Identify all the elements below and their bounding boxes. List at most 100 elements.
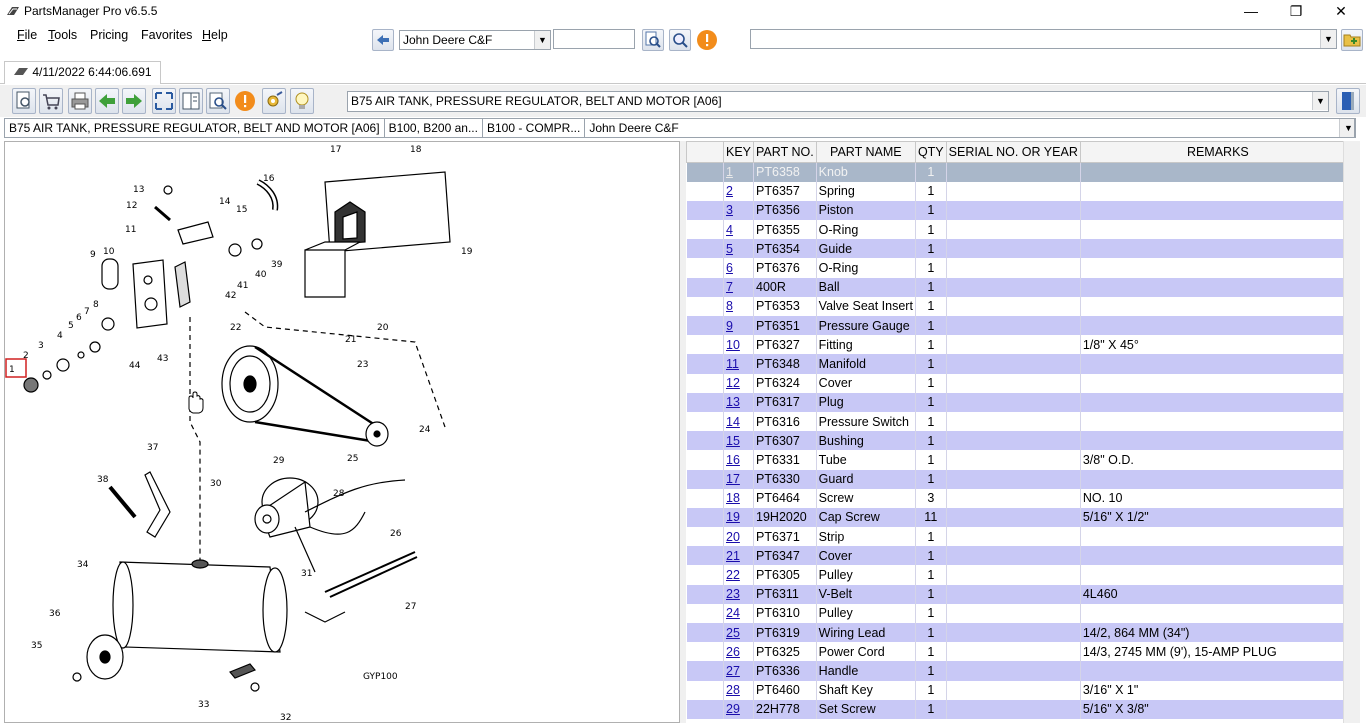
table-row[interactable]: 26 PT6325 Power Cord 1 14/3, 2745 MM (9'), 1… xyxy=(686,642,1356,662)
next-button[interactable] xyxy=(122,88,146,114)
table-row[interactable]: 5 PT6354 Guide 1 xyxy=(686,239,1356,259)
chevron-down-icon[interactable]: ▼ xyxy=(1339,119,1355,137)
table-row[interactable]: 7 400R Ball 1 xyxy=(686,277,1356,297)
zoom-button[interactable] xyxy=(206,88,230,114)
breadcrumb-item-section[interactable]: B75 AIR TANK, PRESSURE REGULATOR, BELT A… xyxy=(5,119,385,137)
breadcrumb-item-model[interactable]: B100, B200 an... xyxy=(385,119,483,137)
print-preview-button[interactable] xyxy=(12,88,36,114)
print-button[interactable] xyxy=(68,88,92,114)
table-row[interactable]: 9 PT6351 Pressure Gauge 1 xyxy=(686,316,1356,336)
key-link[interactable]: 16 xyxy=(726,453,740,467)
menu-help[interactable]: Help xyxy=(202,28,228,42)
key-link[interactable]: 15 xyxy=(726,434,740,448)
chevron-down-icon[interactable]: ▼ xyxy=(1320,30,1336,48)
table-row[interactable]: 24 PT6310 Pulley 1 xyxy=(686,603,1356,623)
alert-button[interactable] xyxy=(696,29,718,51)
table-row[interactable]: 4 PT6355 O-Ring 1 xyxy=(686,220,1356,240)
table-row[interactable]: 19 19H2020 Cap Screw 11 5/16" X 1/2" xyxy=(686,507,1356,528)
table-row[interactable]: 20 PT6371 Strip 1 xyxy=(686,527,1356,547)
key-link[interactable]: 17 xyxy=(726,472,740,486)
table-row[interactable]: 27 PT6336 Handle 1 xyxy=(686,661,1356,681)
col-part-name[interactable]: PART NAME xyxy=(815,141,916,163)
fit-window-button[interactable] xyxy=(152,88,176,114)
key-link[interactable]: 7 xyxy=(726,280,733,294)
key-link[interactable]: 26 xyxy=(726,645,740,659)
key-link[interactable]: 12 xyxy=(726,376,740,390)
table-row[interactable]: 2 PT6357 Spring 1 xyxy=(686,181,1356,201)
table-row[interactable]: 28 PT6460 Shaft Key 1 3/16" X 1" xyxy=(686,680,1356,700)
key-link[interactable]: 5 xyxy=(726,242,733,256)
key-link[interactable]: 11 xyxy=(726,357,739,371)
maximize-button[interactable]: ❐ xyxy=(1273,0,1319,24)
key-link[interactable]: 19 xyxy=(726,510,740,524)
key-link[interactable]: 6 xyxy=(726,261,733,275)
search-input[interactable] xyxy=(553,29,635,49)
key-link[interactable]: 23 xyxy=(726,587,740,601)
key-link[interactable]: 13 xyxy=(726,395,740,409)
back-to-catalog-button[interactable] xyxy=(372,29,394,51)
key-link[interactable]: 29 xyxy=(726,702,740,716)
key-link[interactable]: 27 xyxy=(726,664,740,678)
table-row[interactable]: 23 PT6311 V-Belt 1 4L460 xyxy=(686,584,1356,604)
breadcrumb-item-catalog[interactable]: John Deere C&F xyxy=(585,119,682,137)
key-link[interactable]: 3 xyxy=(726,203,733,217)
table-row[interactable]: 18 PT6464 Screw 3 NO. 10 xyxy=(686,488,1356,508)
menu-file[interactable]: File xyxy=(17,28,37,42)
settings-button[interactable] xyxy=(262,88,286,114)
info-alert-button[interactable] xyxy=(234,90,256,115)
key-link[interactable]: 4 xyxy=(726,223,733,237)
catalog-select[interactable]: John Deere C&F ▼ xyxy=(399,30,551,50)
key-link[interactable]: 25 xyxy=(726,626,740,640)
global-search-combo[interactable]: ▼ xyxy=(750,29,1337,49)
minimize-button[interactable]: — xyxy=(1228,0,1274,24)
tips-button[interactable] xyxy=(290,88,314,114)
col-qty[interactable]: QTY xyxy=(914,141,947,163)
tab-session[interactable]: 4/11/2022 6:44:06.691 xyxy=(4,61,161,84)
chevron-down-icon[interactable]: ▼ xyxy=(534,31,550,49)
table-row[interactable]: 13 PT6317 Plug 1 xyxy=(686,392,1356,412)
close-button[interactable]: ✕ xyxy=(1318,0,1364,24)
exploded-view-drawing[interactable]: 1 2 3 4 5 6 7 8 9 10 11 12 13 14 15 16 1… xyxy=(5,142,680,723)
key-link[interactable]: 21 xyxy=(726,549,740,563)
parts-diagram[interactable]: 1 2 3 4 5 6 7 8 9 10 11 12 13 14 15 16 1… xyxy=(4,141,680,723)
open-folder-button[interactable] xyxy=(1341,29,1363,51)
key-link[interactable]: 18 xyxy=(726,491,740,505)
col-part-no[interactable]: PART NO. xyxy=(753,141,817,163)
chevron-down-icon[interactable]: ▼ xyxy=(1312,92,1328,110)
book-button[interactable] xyxy=(1336,88,1360,114)
key-link[interactable]: 9 xyxy=(726,319,733,333)
table-row[interactable]: 14 PT6316 Pressure Switch 1 xyxy=(686,411,1356,432)
table-row[interactable]: 10 PT6327 Fitting 1 1/8" X 45° xyxy=(686,335,1356,355)
key-link[interactable]: 8 xyxy=(726,299,733,313)
table-row[interactable]: 6 PT6376 O-Ring 1 xyxy=(686,258,1356,278)
key-link[interactable]: 1 xyxy=(726,165,733,179)
split-view-button[interactable] xyxy=(179,88,203,114)
table-scrollbar[interactable] xyxy=(1343,141,1360,723)
cart-button[interactable] xyxy=(39,88,63,114)
previous-button[interactable] xyxy=(95,88,119,114)
table-row[interactable]: 3 PT6356 Piston 1 xyxy=(686,200,1356,221)
table-row[interactable]: 1 PT6358 Knob 1 xyxy=(686,162,1356,182)
table-row[interactable]: 17 PT6330 Guard 1 xyxy=(686,469,1356,489)
table-row[interactable]: 25 PT6319 Wiring Lead 1 14/2, 864 MM (34") xyxy=(686,623,1356,643)
table-row[interactable]: 29 22H778 Set Screw 1 5/16" X 3/8" xyxy=(686,699,1356,719)
table-row[interactable]: 8 PT6353 Valve Seat Insert 1 xyxy=(686,296,1356,316)
table-row[interactable]: 15 PT6307 Bushing 1 xyxy=(686,431,1356,451)
breadcrumb-item-group[interactable]: B100 - COMPR... xyxy=(483,119,586,137)
find-button[interactable] xyxy=(642,29,664,51)
key-link[interactable]: 20 xyxy=(726,530,740,544)
col-key[interactable]: KEY xyxy=(722,141,755,163)
col-remarks[interactable]: REMARKS xyxy=(1079,141,1356,163)
breadcrumb[interactable]: B75 AIR TANK, PRESSURE REGULATOR, BELT A… xyxy=(4,118,1356,138)
table-row[interactable]: 16 PT6331 Tube 1 3/8" O.D. xyxy=(686,450,1356,470)
table-row[interactable]: 11 PT6348 Manifold 1 xyxy=(686,354,1356,374)
key-link[interactable]: 14 xyxy=(726,415,740,429)
key-link[interactable]: 24 xyxy=(726,606,740,620)
table-row[interactable]: 12 PT6324 Cover 1 xyxy=(686,373,1356,393)
col-serial[interactable]: SERIAL NO. OR YEAR xyxy=(945,141,1081,163)
menu-favorites[interactable]: Favorites xyxy=(141,28,192,42)
key-link[interactable]: 28 xyxy=(726,683,740,697)
table-row[interactable]: 21 PT6347 Cover 1 xyxy=(686,546,1356,566)
key-link[interactable]: 10 xyxy=(726,338,740,352)
section-select[interactable]: B75 AIR TANK, PRESSURE REGULATOR, BELT A… xyxy=(347,91,1329,112)
